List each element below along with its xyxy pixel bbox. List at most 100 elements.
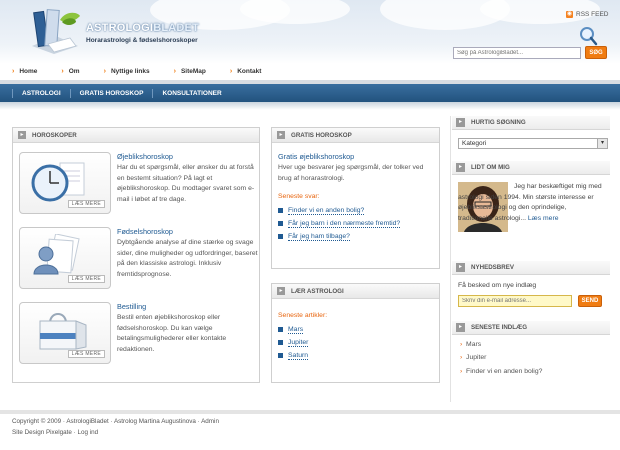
article-link[interactable]: Mars bbox=[278, 326, 433, 334]
nav-gratis-horoskop[interactable]: GRATIS HOROSKOP bbox=[69, 88, 153, 98]
sidebar-header-about: ▸ LIDT OM MIG bbox=[452, 161, 610, 175]
bullet-icon bbox=[278, 340, 283, 345]
answer-link[interactable]: Får jeg ham tilbage? bbox=[278, 233, 433, 241]
gratis-horoskop-panel: ▸ GRATIS HOROSKOP Gratis øjeblikshorosko… bbox=[271, 127, 440, 269]
sidebar-header-recent: ▸ SENESTE INDLÆG bbox=[452, 320, 610, 335]
bullet-icon bbox=[278, 353, 283, 358]
nav-astrologi[interactable]: ASTROLOGI bbox=[12, 88, 70, 98]
arrow-icon: › bbox=[460, 367, 463, 375]
panel-arrow-icon: ▸ bbox=[18, 131, 26, 139]
panel-header: ▸ HOROSKOPER bbox=[13, 128, 259, 143]
panel-title: LÆR ASTROLOGI bbox=[291, 287, 344, 295]
topnav-nyttige-links[interactable]: › Nyttige links bbox=[104, 64, 150, 80]
panel-arrow-icon: ▸ bbox=[456, 322, 465, 332]
footer-divider bbox=[0, 410, 620, 414]
search-button[interactable]: SØG bbox=[585, 46, 607, 59]
horoskop-title[interactable]: Øjeblikshoroskop bbox=[117, 152, 261, 161]
horoskop-thumbnail[interactable]: LÆS MERE bbox=[19, 302, 111, 364]
site-title[interactable]: ASTROLOGIBLADET bbox=[86, 22, 199, 34]
topnav-label: Om bbox=[68, 68, 80, 75]
top-navigation: › Home › Om › Nyttige links › SiteMap › Konta… bbox=[0, 64, 620, 80]
horoskop-title[interactable]: Fødselshoroskop bbox=[117, 227, 261, 236]
site-title-part2: BLADET bbox=[153, 22, 200, 34]
horoskop-thumbnail[interactable]: LÆS MERE bbox=[19, 152, 111, 214]
horoskop-item: LÆS MERE Fødselshoroskop Dybtgående anal… bbox=[19, 227, 261, 291]
topnav-sitemap[interactable]: › SiteMap bbox=[174, 64, 206, 80]
read-more-button[interactable]: LÆS MERE bbox=[67, 275, 105, 283]
topnav-home[interactable]: › Home bbox=[12, 64, 37, 80]
article-link[interactable]: Saturn bbox=[278, 352, 433, 360]
read-more-button[interactable]: LÆS MERE bbox=[67, 200, 105, 208]
topnav-om[interactable]: › Om bbox=[61, 64, 79, 80]
newsletter-email-input[interactable] bbox=[458, 294, 572, 307]
answer-link-label: Får jeg barn i den nærmeste fremtid? bbox=[288, 219, 401, 228]
sidebar-heading: LIDT OM MIG bbox=[471, 164, 510, 171]
site-tagline: Horarastrologi & fødselshoroskoper bbox=[86, 37, 198, 44]
gratis-title[interactable]: Gratis øjeblikshoroskop bbox=[278, 152, 433, 161]
about-text: Jeg har beskæftiget mig med astrologi si… bbox=[458, 182, 602, 225]
sidebar: ▸ HURTIG SØGNING Kategori ▾ ▸ LIDT OM MI… bbox=[452, 116, 610, 377]
answer-link[interactable]: Får jeg barn i den nærmeste fremtid? bbox=[278, 220, 433, 228]
panel-header: ▸ LÆR ASTROLOGI bbox=[272, 284, 439, 299]
rss-label: RSS FEED bbox=[576, 11, 609, 18]
answer-link[interactable]: Finder vi en anden bolig? bbox=[278, 207, 433, 215]
panel-title: GRATIS HOROSKOP bbox=[291, 131, 352, 139]
recent-post-label: Finder vi en anden bolig? bbox=[466, 367, 543, 375]
divider bbox=[450, 116, 451, 402]
newsletter-form: SEND bbox=[458, 294, 610, 309]
article-link-label: Jupiter bbox=[288, 338, 309, 347]
book-logo-icon[interactable] bbox=[26, 6, 82, 54]
recent-post-link[interactable]: › Mars bbox=[460, 340, 610, 351]
bullet-icon bbox=[278, 234, 283, 239]
nav-konsultationer[interactable]: KONSULTATIONER bbox=[152, 88, 230, 98]
panel-arrow-icon: ▸ bbox=[456, 263, 465, 272]
divider bbox=[0, 102, 620, 110]
rss-icon: ◉ bbox=[566, 11, 573, 18]
horoskop-description: Bestil enten øjeblikshoroskop eller føds… bbox=[117, 314, 227, 353]
category-select[interactable]: Kategori ▾ bbox=[458, 138, 608, 149]
panel-arrow-icon: ▸ bbox=[277, 287, 285, 295]
clock-icon bbox=[31, 162, 85, 202]
recent-post-label: Mars bbox=[466, 340, 482, 348]
recent-posts-list: › Mars › Jupiter › Finder vi en anden bo… bbox=[460, 340, 610, 378]
arrow-icon: › bbox=[103, 68, 106, 75]
rss-feed-link[interactable]: ◉ RSS FEED bbox=[566, 11, 609, 18]
category-select-value: Kategori bbox=[462, 140, 487, 147]
bullet-icon bbox=[278, 327, 283, 332]
bullet-icon bbox=[278, 208, 283, 213]
laer-astrologi-panel: ▸ LÆR ASTROLOGI Seneste artikler: Mars J… bbox=[271, 283, 440, 383]
recent-post-link[interactable]: › Jupiter bbox=[460, 353, 610, 364]
sidebar-heading: SENESTE INDLÆG bbox=[471, 323, 528, 331]
about-read-more-link[interactable]: Læs mere bbox=[528, 215, 559, 222]
horoskop-thumbnail[interactable]: LÆS MERE bbox=[19, 227, 111, 289]
recent-articles-label: Seneste artikler: bbox=[278, 312, 328, 319]
answer-link-label: Finder vi en anden bolig? bbox=[288, 206, 365, 215]
panel-header: ▸ GRATIS HOROSKOP bbox=[272, 128, 439, 143]
article-link-label: Mars bbox=[288, 325, 304, 334]
sidebar-heading: HURTIG SØGNING bbox=[471, 119, 526, 126]
topnav-label: SiteMap bbox=[180, 68, 206, 75]
newsletter-send-button[interactable]: SEND bbox=[578, 294, 602, 307]
search-input[interactable] bbox=[453, 47, 581, 59]
article-link[interactable]: Jupiter bbox=[278, 339, 433, 347]
footer-credits: Site Design Pixelgate · Log ind bbox=[12, 429, 99, 436]
arrow-icon: › bbox=[229, 68, 233, 75]
panel-arrow-icon: ▸ bbox=[277, 131, 285, 139]
topnav-label: Kontakt bbox=[237, 68, 262, 75]
arrow-icon: › bbox=[460, 340, 463, 348]
newsletter-label: Få besked om nye indlæg bbox=[458, 282, 537, 289]
read-more-button[interactable]: LÆS MERE bbox=[67, 350, 105, 358]
panel-arrow-icon: ▸ bbox=[456, 163, 465, 172]
panel-arrow-icon: ▸ bbox=[456, 118, 465, 127]
recent-post-link[interactable]: › Finder vi en anden bolig? bbox=[460, 367, 610, 378]
sidebar-header-newsletter: ▸ NYHEDSBREV bbox=[452, 261, 610, 275]
horoskop-title[interactable]: Bestilling bbox=[117, 302, 261, 311]
arrow-icon: › bbox=[61, 68, 64, 75]
topnav-kontakt[interactable]: › Kontakt bbox=[230, 64, 262, 80]
bullet-icon bbox=[278, 221, 283, 226]
shopping-bag-icon bbox=[39, 313, 87, 350]
horoskop-item: LÆS MERE Bestilling Bestil enten øjeblik… bbox=[19, 302, 261, 366]
site-header: ASTROLOGIBLADET Horarastrologi & fødsels… bbox=[0, 0, 620, 64]
arrow-icon: › bbox=[12, 68, 15, 75]
sidebar-header-quick-search: ▸ HURTIG SØGNING bbox=[452, 116, 610, 130]
